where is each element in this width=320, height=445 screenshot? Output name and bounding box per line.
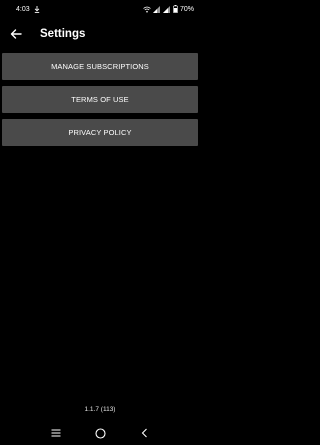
battery-icon [173, 5, 178, 13]
wifi-calling-icon [143, 6, 151, 13]
recents-button[interactable] [46, 423, 66, 443]
status-bar: 4:03 70% [0, 0, 200, 18]
app-version: 1.1.7 (113) [84, 406, 116, 413]
battery-percentage: 70% [179, 5, 194, 13]
system-nav-bar [0, 421, 200, 445]
home-icon [94, 427, 106, 439]
privacy-policy-button[interactable]: PRIVACY POLICY [2, 119, 198, 146]
signal-icon-2 [162, 5, 171, 13]
download-icon [34, 5, 40, 13]
home-button[interactable] [90, 423, 110, 443]
arrow-left-icon [10, 29, 22, 39]
nav-back-button[interactable] [134, 423, 154, 443]
status-time: 4:03 [16, 5, 30, 13]
status-left: 4:03 [16, 5, 40, 13]
status-right: 70% [143, 5, 194, 13]
manage-subscriptions-button[interactable]: MANAGE SUBSCRIPTIONS [2, 53, 198, 80]
settings-menu: MANAGE SUBSCRIPTIONS TERMS OF USE PRIVAC… [2, 53, 198, 152]
app-header: Settings [0, 22, 200, 46]
back-chevron-icon [141, 428, 147, 438]
recents-icon [51, 429, 61, 437]
page-title: Settings [40, 28, 86, 40]
back-button[interactable] [4, 22, 28, 46]
terms-of-use-button[interactable]: TERMS OF USE [2, 86, 198, 113]
signal-icon [152, 5, 161, 13]
